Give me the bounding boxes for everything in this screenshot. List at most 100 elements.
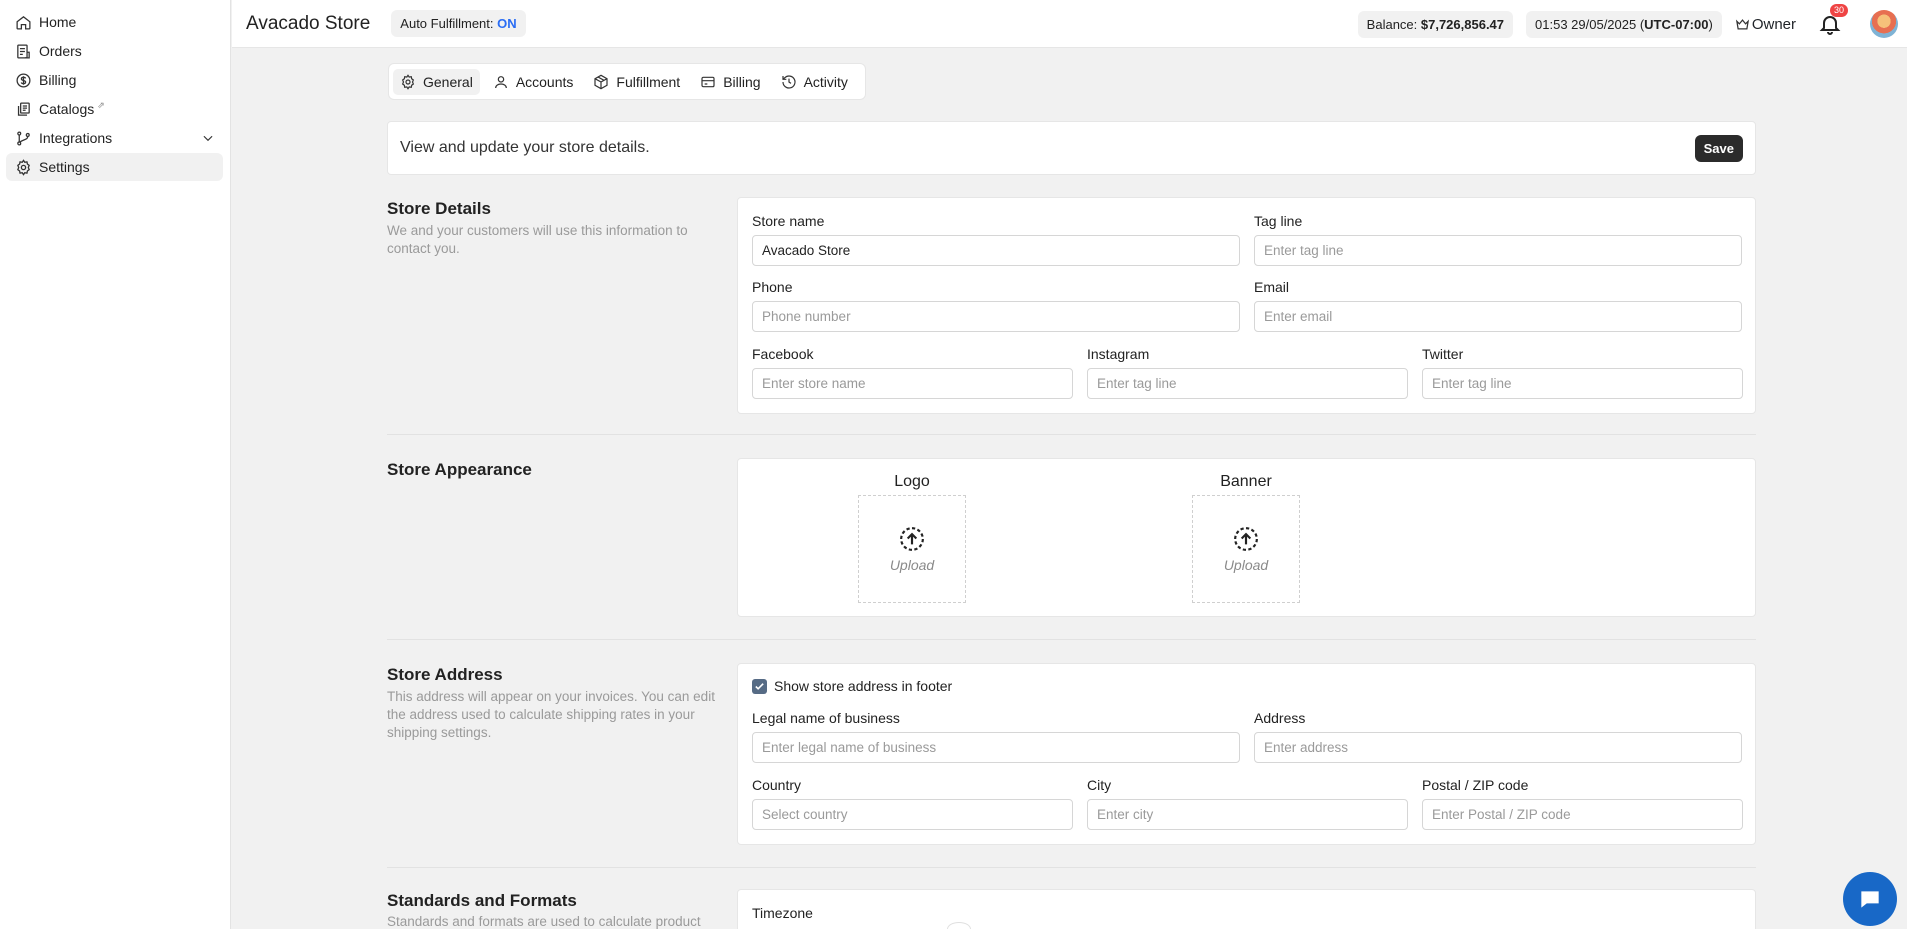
facebook-input[interactable]: Enter store name [752,368,1073,399]
scroll-indicator [947,922,971,929]
standards-description: Standards and formats are used to calcul… [387,914,701,929]
balance-pill: Balance: $7,726,856.47 [1357,10,1514,38]
divider [387,434,1756,435]
tab-billing[interactable]: Billing [693,69,767,95]
upload-icon [1234,526,1258,551]
tab-general[interactable]: General [393,68,480,95]
check-icon [755,683,764,690]
store-address-card: Show store address in footer Legal name … [737,663,1756,845]
sidebar-item-label: Catalogs [39,101,95,117]
sidebar-item-catalogs[interactable]: Catalogs ⇗ [6,95,223,123]
clock-pill: 01:53 29/05/2025 (UTC-07:00) [1526,10,1722,38]
settings-tabs: General Accounts Fulfillment Billing Act… [388,63,866,100]
external-link-icon: ⇗ [97,99,105,110]
upload-label: Upload [1223,556,1269,573]
user-icon [494,75,507,88]
auto-fulfillment-label: Auto Fulfillment: [400,16,498,31]
balance-value: $7,726,856.47 [1420,16,1505,32]
store-address-description: This address will appear on your invoice… [387,689,715,740]
store-name-label: Store name [752,213,825,229]
top-header: Avacado Store Auto Fulfillment: ON Balan… [232,0,1907,48]
branch-icon [14,129,32,147]
tab-fulfillment[interactable]: Fulfillment [586,69,687,95]
timezone-label: Timezone [752,905,813,921]
chat-icon [1861,891,1879,908]
chevron-down-icon[interactable] [201,131,215,145]
twitter-input[interactable]: Enter tag line [1422,368,1743,399]
store-appearance-title: Store Appearance [387,460,532,479]
divider [387,639,1756,640]
address-input[interactable]: Enter address [1254,732,1742,763]
store-details-description: We and your customers will use this info… [387,223,688,256]
sidebar-item-billing[interactable]: Billing [6,66,223,94]
upload-label: Upload [889,556,935,573]
store-details-title: Store Details [387,199,491,218]
avatar[interactable] [1870,10,1898,38]
save-button[interactable]: Save [1694,135,1743,162]
standards-card: Timezone [737,889,1756,929]
banner-upload[interactable]: Upload [1192,495,1300,603]
phone-label: Phone [752,279,793,295]
country-select[interactable]: Select country [752,799,1073,830]
intro-text: View and update your store details. [400,139,650,156]
time-close: ) [1708,16,1713,32]
sidebar-item-label: Home [39,14,77,30]
sidebar-item-label: Settings [39,159,90,175]
chat-button[interactable] [1843,872,1897,926]
postal-label: Postal / ZIP code [1422,777,1529,793]
tab-label: Accounts [515,73,574,90]
notifications-button[interactable]: 30 [1818,4,1849,36]
twitter-label: Twitter [1422,346,1464,362]
box-icon [594,74,609,89]
notification-count-badge: 30 [1830,4,1849,17]
show-address-label: Show store address in footer [774,678,953,694]
standards-title: Standards and Formats [387,891,577,910]
role-menu[interactable]: Owner [1735,16,1796,33]
logo-label: Logo [894,473,930,490]
legal-name-label: Legal name of business [752,710,900,726]
sidebar-item-integrations[interactable]: Integrations [6,124,223,152]
instagram-label: Instagram [1087,346,1150,362]
gear-icon [14,158,32,176]
store-name-input[interactable]: Avacado Store [752,235,1240,266]
catalog-icon [14,100,32,118]
sidebar-item-settings[interactable]: Settings [6,153,223,181]
crown-icon [1735,18,1749,29]
intro-bar: View and update your store details. Save [387,121,1756,175]
logo-upload[interactable]: Upload [858,495,966,603]
tab-accounts[interactable]: Accounts [486,69,581,95]
email-input[interactable]: Enter email [1254,301,1742,332]
upload-icon [900,526,924,551]
tab-activity[interactable]: Activity [774,69,855,95]
store-appearance-card: Logo Upload Banner Upload [737,458,1756,617]
home-icon [14,13,32,31]
facebook-label: Facebook [752,346,814,362]
instagram-input[interactable]: Enter tag line [1087,368,1408,399]
show-address-checkbox[interactable] [752,679,767,694]
balance-label: Balance: [1366,16,1421,32]
email-label: Email [1254,279,1290,295]
legal-name-input[interactable]: Enter legal name of business [752,732,1240,763]
address-label: Address [1254,710,1306,726]
tagline-input[interactable]: Enter tag line [1254,235,1742,266]
postal-input[interactable]: Enter Postal / ZIP code [1422,799,1743,830]
gear-icon [401,73,415,90]
page-title: Avacado Store [246,12,371,34]
tab-label: General [423,73,473,90]
sidebar-item-orders[interactable]: Orders [6,37,223,65]
history-icon [781,74,796,89]
sidebar-item-label: Orders [39,43,82,59]
sidebar-item-label: Billing [39,72,77,88]
divider [387,867,1756,868]
phone-input[interactable]: Phone number [752,301,1240,332]
tab-label: Billing [723,73,761,90]
role-label: Owner [1751,15,1796,33]
store-details-card: Store name Avacado Store Tag line Enter … [737,197,1756,414]
sidebar-item-label: Integrations [39,130,113,146]
sidebar: Home Orders Billing Catalogs ⇗ Integrati… [0,0,231,929]
banner-label: Banner [1220,473,1272,490]
city-input[interactable]: Enter city [1087,799,1408,830]
sidebar-item-home[interactable]: Home [6,8,223,36]
auto-fulfillment-badge[interactable]: Auto Fulfillment: ON [391,10,526,37]
auto-fulfillment-status: ON [497,16,517,31]
